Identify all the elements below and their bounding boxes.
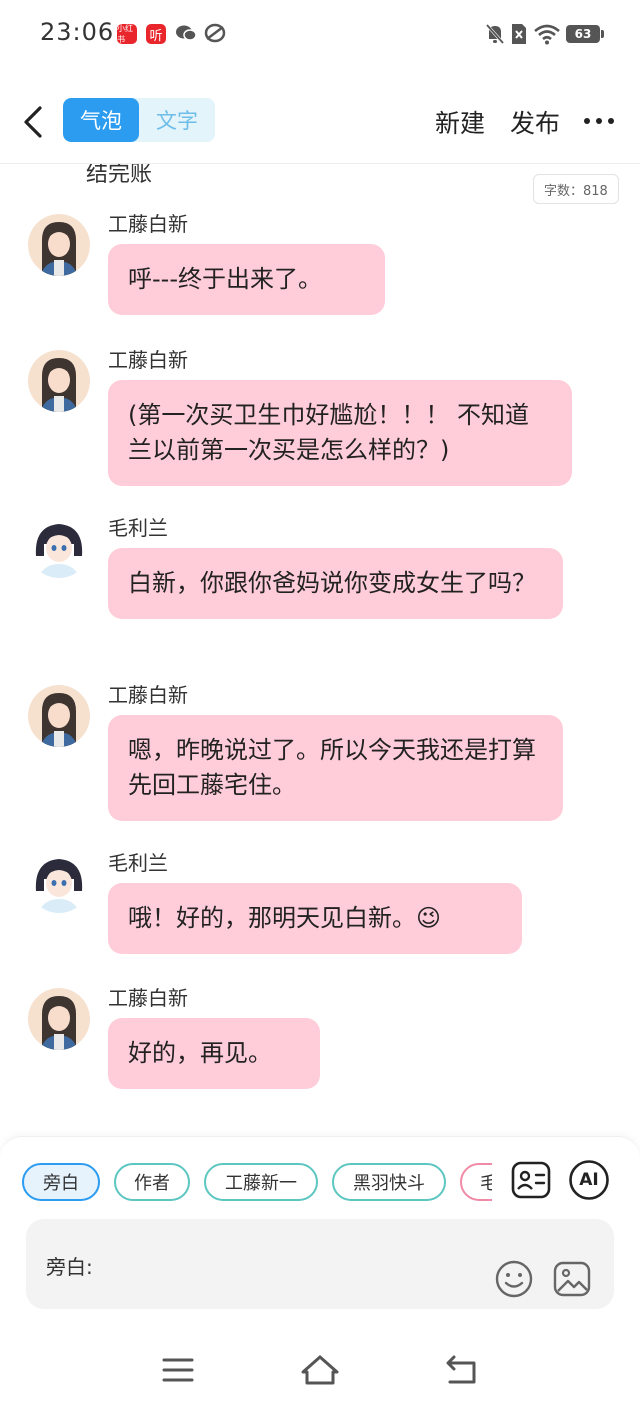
battery-indicator: 63: [566, 25, 604, 43]
role-card-icon: [511, 1161, 551, 1199]
sender-name: 工藤白新: [108, 348, 188, 372]
ai-button[interactable]: AI: [568, 1159, 610, 1201]
menu-button[interactable]: [158, 1352, 198, 1388]
avatar-gongteng-icon: [28, 988, 90, 1050]
avatar[interactable]: [28, 988, 90, 1050]
menu-icon: [162, 1358, 194, 1382]
message-bubble[interactable]: 白新，你跟你爸妈说你变成女生了吗？: [108, 548, 563, 619]
avatar[interactable]: [28, 851, 90, 913]
role-selector: 旁白 作者 工藤新一 黑羽快斗毛: [22, 1163, 492, 1201]
role-chip-heiyu-kuaidou[interactable]: 黑羽快斗: [332, 1163, 446, 1201]
role-chip-author[interactable]: 作者: [114, 1163, 190, 1201]
sender-name: 工藤白新: [108, 986, 188, 1010]
message-bubble[interactable]: (第一次买卫生巾好尴尬！！！ 不知道兰以前第一次买是怎么样的？): [108, 380, 572, 486]
avatar-maoli-lan-icon: [28, 516, 90, 578]
message-bubble[interactable]: 呼---终于出来了。: [108, 244, 385, 315]
mute-bell-icon: [485, 24, 505, 44]
no-sim-icon: [512, 24, 526, 44]
avatar[interactable]: [28, 516, 90, 578]
word-count-badge: 字数：818: [533, 174, 619, 204]
composer-panel: 旁白 作者 工藤新一 黑羽快斗毛 AI 旁白:: [0, 1136, 640, 1332]
avatar-gongteng-icon: [28, 685, 90, 747]
wifi-icon: [534, 24, 560, 45]
emoji-button[interactable]: [494, 1259, 534, 1299]
avatar[interactable]: [28, 350, 90, 412]
link-app-icon: [204, 23, 226, 43]
sender-name: 毛利兰: [108, 851, 168, 875]
avatar[interactable]: [28, 214, 90, 276]
input-role-label: 旁白:: [46, 1255, 93, 1279]
avatar-gongteng-icon: [28, 214, 90, 276]
avatar[interactable]: [28, 685, 90, 747]
return-button[interactable]: [442, 1352, 482, 1388]
message-bubble[interactable]: 哦！好的，那明天见白新。😉: [108, 883, 522, 954]
system-nav-bar: [0, 1332, 640, 1408]
sender-name: 毛利兰: [108, 516, 168, 540]
status-bar: 23:06 小红书 听 63: [0, 0, 640, 66]
back-arrow-icon: [24, 106, 42, 138]
return-icon: [446, 1355, 476, 1384]
xiaohongshu-app-icon: 小红书: [117, 24, 137, 44]
listen-app-icon: 听: [146, 24, 166, 44]
tab-text[interactable]: 文字: [139, 98, 215, 142]
publish-button[interactable]: 发布: [510, 104, 560, 140]
avatar-maoli-lan-icon: [28, 851, 90, 913]
role-chip-gongteng-xinyi[interactable]: 工藤新一: [204, 1163, 318, 1201]
chat-area[interactable]: 结完账 字数：818 工藤白新 呼---终于出来了。 工藤白新 (第一次买卫生巾…: [0, 164, 640, 1136]
more-button[interactable]: [584, 118, 614, 126]
top-bar: 气泡 文字 新建 发布: [0, 66, 640, 164]
message-input[interactable]: 旁白:: [26, 1219, 614, 1309]
back-button[interactable]: [16, 102, 50, 142]
cut-off-message: 结完账: [86, 164, 153, 187]
sender-name: 工藤白新: [108, 212, 188, 236]
emoji-icon: [495, 1260, 533, 1298]
wechat-icon: [176, 25, 197, 41]
mode-switch: 气泡 文字: [63, 98, 215, 142]
status-time: 23:06: [40, 18, 115, 46]
more-icon: [584, 118, 590, 124]
message-bubble[interactable]: 好的，再见。: [108, 1018, 320, 1089]
image-icon: [553, 1261, 591, 1297]
tab-bubble[interactable]: 气泡: [63, 98, 139, 142]
role-chip-narration[interactable]: 旁白: [22, 1163, 100, 1201]
message-bubble[interactable]: 嗯，昨晚说过了。所以今天我还是打算先回工藤宅住。: [108, 715, 563, 821]
new-button[interactable]: 新建: [435, 104, 485, 140]
ai-label: AI: [579, 1170, 599, 1190]
role-card-button[interactable]: [510, 1159, 552, 1201]
home-button[interactable]: [300, 1352, 340, 1388]
sender-name: 工藤白新: [108, 683, 188, 707]
role-chip-mao[interactable]: 毛: [460, 1163, 492, 1201]
avatar-gongteng-icon: [28, 350, 90, 412]
image-button[interactable]: [552, 1259, 592, 1299]
home-icon: [301, 1355, 339, 1385]
